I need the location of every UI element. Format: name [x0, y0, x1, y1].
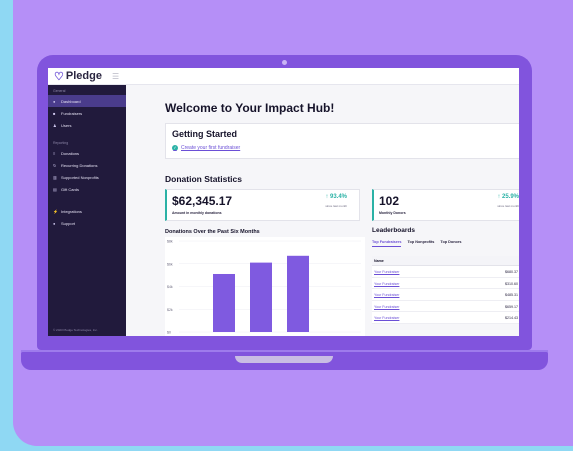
- sidebar-item-gift-cards[interactable]: ▤ Gift Cards: [48, 183, 126, 195]
- nonprofits-icon: ▥: [53, 174, 57, 180]
- sidebar-item-label: Dashboard: [61, 98, 81, 104]
- support-icon: ●: [53, 220, 56, 226]
- leaderboard-table: Name Your Fundraiser $680.37 Your Fundra…: [372, 256, 519, 324]
- sidebar-item-label: Supported Nonprofits: [61, 174, 99, 180]
- donations-icon: ≡: [53, 150, 56, 156]
- gift-card-icon: ▤: [53, 186, 57, 192]
- tab-top-nonprofits[interactable]: Top Nonprofits: [407, 240, 434, 247]
- check-circle-icon: ✓: [172, 145, 178, 151]
- sidebar-item-users[interactable]: ♟ Users: [48, 119, 126, 131]
- top-bar: ♡ Pledge ☰: [48, 68, 519, 85]
- fundraiser-amount: $659.17: [505, 304, 518, 309]
- y-tick-label: $0: [167, 331, 171, 335]
- chart-bar: [250, 262, 272, 332]
- chart-bar: [213, 273, 235, 332]
- sidebar-item-support[interactable]: ● Support: [48, 217, 126, 229]
- getting-started-card: Getting Started ✓ Create your first fund…: [165, 123, 519, 159]
- sidebar-item-label: Gift Cards: [61, 186, 80, 192]
- sidebar-section-general: General: [53, 89, 66, 93]
- y-tick-label: $4k: [167, 285, 173, 289]
- sidebar-item-integrations[interactable]: ⚡ Integrations: [48, 205, 126, 217]
- tab-top-fundraisers[interactable]: Top Fundraisers: [372, 240, 402, 247]
- stat-value: 102: [379, 194, 400, 208]
- getting-started-title: Getting Started: [172, 129, 238, 139]
- stat-change: ↑ 25.9%: [497, 194, 519, 200]
- stat-subtext: since last month: [325, 204, 347, 208]
- laptop-notch: [235, 356, 333, 363]
- laptop-screen: ♡ Pledge ☰ General ● Dashboard ■ Fundrai…: [48, 68, 519, 336]
- sidebar-item-label: Users: [61, 122, 72, 128]
- sidebar-footer: © 2023 Pledge Technologies, Inc.: [53, 328, 98, 332]
- heart-icon: ♡: [54, 70, 64, 83]
- stat-value: $62,345.17: [172, 194, 233, 208]
- tab-top-donors[interactable]: Top Donors: [440, 240, 461, 247]
- donation-statistics-title: Donation Statistics: [165, 174, 242, 184]
- integrations-icon: ⚡: [53, 208, 58, 214]
- fundraiser-link[interactable]: Your Fundraiser: [374, 305, 399, 309]
- sidebar-item-supported-nonprofits[interactable]: ▥ Supported Nonprofits: [48, 171, 126, 183]
- stat-label: Amount in monthly donations: [172, 211, 222, 215]
- sidebar-item-label: Support: [61, 220, 76, 226]
- stat-label: Monthly Donors: [379, 211, 406, 215]
- page-title: Welcome to Your Impact Hub!: [165, 101, 335, 115]
- sidebar-section-reporting: Reporting: [53, 141, 69, 145]
- chart-bar: [287, 255, 309, 332]
- table-row: Your Fundraiser $659.17: [372, 301, 519, 312]
- sidebar-item-label: Integrations: [61, 208, 82, 214]
- sidebar: General ● Dashboard ■ Fundraisers ♟ User…: [48, 85, 126, 336]
- leaderboards-title: Leaderboards: [372, 227, 415, 234]
- sidebar-item-recurring-donations[interactable]: ↻ Recurring Donations: [48, 159, 126, 171]
- table-row: Your Fundraiser $310.60: [372, 278, 519, 289]
- fundraiser-link[interactable]: Your Fundraiser: [374, 293, 399, 297]
- sidebar-item-fundraisers[interactable]: ■ Fundraisers: [48, 107, 126, 119]
- table-row: Your Fundraiser $485.31: [372, 289, 519, 301]
- y-tick-label: $8k: [167, 240, 173, 244]
- fundraiser-amount: $310.60: [505, 281, 518, 286]
- stat-card-monthly-donors: 102 Monthly Donors ↑ 25.9% since last mo…: [372, 189, 519, 221]
- fundraiser-amount: $214.43: [505, 316, 518, 320]
- chart-title: Donations Over the Past Six Months: [165, 229, 260, 235]
- fundraiser-link[interactable]: Your Fundraiser: [374, 270, 399, 274]
- fundraiser-amount: $485.31: [505, 293, 518, 297]
- brand-name: Pledge: [65, 70, 102, 82]
- sidebar-item-donations[interactable]: ≡ Donations: [48, 147, 126, 159]
- sidebar-item-label: Recurring Donations: [61, 162, 98, 168]
- pledge-logo[interactable]: ♡ Pledge: [54, 70, 102, 83]
- table-row: Your Fundraiser $214.43: [372, 312, 519, 324]
- main-content: Welcome to Your Impact Hub! Getting Star…: [126, 85, 519, 336]
- hamburger-icon[interactable]: ☰: [112, 72, 119, 81]
- create-fundraiser-link[interactable]: ✓ Create your first fundraiser: [172, 145, 240, 151]
- recurring-icon: ↻: [53, 162, 57, 168]
- fundraisers-icon: ■: [53, 110, 56, 116]
- stat-subtext: since last month: [497, 204, 519, 208]
- stat-card-monthly-donations: $62,345.17 Amount in monthly donations ↑…: [165, 189, 360, 221]
- fundraiser-link[interactable]: Your Fundraiser: [374, 282, 399, 286]
- donations-bar-chart: $8k $6k $4k $2k $0: [167, 240, 361, 335]
- sidebar-item-dashboard[interactable]: ● Dashboard: [48, 95, 126, 107]
- sidebar-item-label: Donations: [61, 150, 80, 156]
- create-fundraiser-label: Create your first fundraiser: [181, 145, 241, 151]
- leaderboard-tabs: Top Fundraisers Top Nonprofits Top Donor…: [372, 240, 467, 247]
- y-tick-label: $2k: [167, 308, 173, 312]
- dashboard-icon: ●: [53, 98, 56, 104]
- stat-change: ↑ 93.4%: [325, 194, 347, 200]
- y-tick-label: $6k: [167, 262, 173, 266]
- table-header-name: Name: [372, 256, 519, 266]
- table-row: Your Fundraiser $680.37: [372, 266, 519, 278]
- donations-chart: $8k $6k $4k $2k $0: [165, 237, 365, 336]
- sidebar-item-label: Fundraisers: [61, 110, 83, 116]
- fundraiser-amount: $680.37: [505, 270, 518, 274]
- camera-dot: [282, 60, 287, 65]
- fundraiser-link[interactable]: Your Fundraiser: [374, 316, 399, 320]
- users-icon: ♟: [53, 122, 57, 128]
